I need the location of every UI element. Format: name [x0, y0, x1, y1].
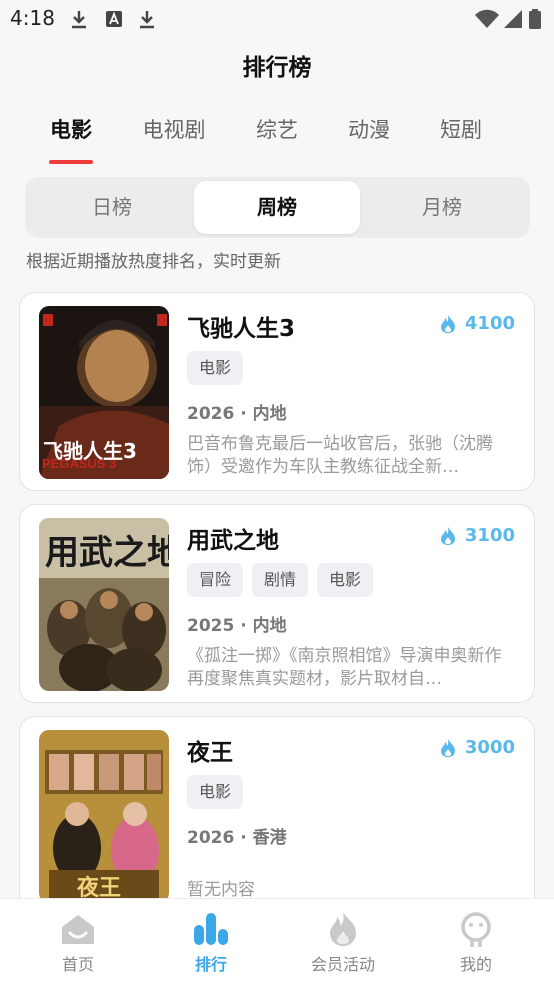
tabbar-ranking[interactable]: 排行 — [161, 911, 261, 975]
signal-icon — [504, 10, 522, 28]
tabbar-label: 首页 — [61, 955, 94, 974]
tabbar-label: 排行 — [194, 955, 227, 974]
flame-icon — [440, 526, 455, 545]
tab-short-drama[interactable]: 短剧 — [421, 114, 501, 144]
tabbar-member-activity[interactable]: 会员活动 — [293, 911, 393, 975]
tab-daily[interactable]: 日榜 — [29, 181, 195, 234]
period-segmented-control: 日榜 周榜 月榜 — [25, 177, 530, 238]
item-title: 用武之地 — [187, 528, 279, 554]
flame-icon — [440, 738, 455, 757]
category-tabs: 电影 电视剧 综艺 动漫 短剧 — [0, 108, 554, 168]
wifi-icon — [475, 9, 499, 28]
list-item[interactable]: 夜王 夜王 3000 电影 2026 · 香港 暂无内容 — [19, 716, 535, 898]
item-meta: 2026 · 内地 — [187, 404, 287, 424]
tabbar-label: 我的 — [459, 955, 492, 974]
bottom-tab-bar: 首页 排行 会员活动 我的 — [0, 898, 554, 984]
tab-tv-series[interactable]: 电视剧 — [134, 114, 214, 144]
item-description: 巴音布鲁克最后一站收官后，张驰（沈腾 饰）受邀作为车队主教练征战全新… — [187, 434, 493, 477]
tab-monthly[interactable]: 月榜 — [359, 181, 525, 234]
page-title: 排行榜 — [242, 55, 312, 81]
profile-icon — [461, 912, 491, 947]
tabbar-label: 会员活动 — [310, 955, 375, 974]
tabbar-profile[interactable]: 我的 — [426, 911, 526, 975]
heat-value: 3000 — [464, 737, 515, 758]
heat-score: 3000 — [439, 737, 515, 758]
battery-icon — [529, 9, 541, 29]
tag: 电影 — [187, 351, 244, 385]
ranking-list: PEGASUS 3 飞驰人生3 飞驰人生3 4100 电影 2026 · 内地 … — [18, 292, 536, 898]
tag-list: 电影 — [187, 775, 244, 809]
poster: 夜王 — [39, 730, 169, 898]
home-icon — [62, 915, 94, 944]
poster: PEGASUS 3 飞驰人生3 — [39, 306, 169, 479]
tag-list: 冒险 剧情 电影 — [187, 563, 374, 597]
download-icon — [72, 11, 86, 29]
tab-weekly[interactable]: 周榜 — [194, 181, 360, 234]
active-tab-indicator — [49, 160, 93, 164]
tag: 电影 — [317, 563, 374, 597]
poster-text: 夜王 — [76, 875, 121, 898]
poster: 用武之地 — [39, 518, 169, 691]
heat-value: 3100 — [464, 525, 515, 546]
status-bar: 4:18 — [0, 0, 554, 38]
tag: 剧情 — [252, 563, 309, 597]
ranking-hint: 根据近期播放热度排名，实时更新 — [26, 252, 281, 272]
font-icon — [106, 11, 122, 27]
heat-value: 4100 — [464, 313, 515, 334]
status-time: 4:18 — [10, 6, 55, 30]
item-title: 飞驰人生3 — [187, 316, 296, 342]
list-item[interactable]: PEGASUS 3 飞驰人生3 飞驰人生3 4100 电影 2026 · 内地 … — [19, 292, 535, 491]
flame-icon — [330, 912, 356, 946]
tab-anime[interactable]: 动漫 — [329, 114, 409, 144]
heat-score: 3100 — [439, 525, 515, 546]
item-title: 夜王 — [187, 740, 233, 766]
tab-variety[interactable]: 综艺 — [237, 114, 317, 144]
item-meta: 2026 · 香港 — [187, 828, 287, 848]
heat-score: 4100 — [439, 313, 515, 334]
ranking-icon — [194, 913, 228, 945]
poster-text: 飞驰人生3 — [43, 439, 137, 463]
tag-list: 电影 — [187, 351, 244, 385]
tabbar-home[interactable]: 首页 — [28, 911, 128, 975]
tag: 冒险 — [187, 563, 244, 597]
flame-icon — [440, 314, 455, 333]
item-description: 暂无内容 — [187, 880, 255, 898]
poster-text: 用武之地 — [45, 533, 169, 573]
item-description: 《孤注一掷》《南京照相馆》导演申奥新作再度聚焦真实题材，影片取材自… — [187, 646, 502, 689]
tab-movie[interactable]: 电影 — [31, 114, 111, 144]
item-meta: 2025 · 内地 — [187, 616, 287, 636]
tag: 电影 — [187, 775, 244, 809]
list-item[interactable]: 用武之地 用武之地 3100 冒险 剧情 电影 2025 · 内地 《孤注一掷》… — [19, 504, 535, 703]
download-icon-2 — [140, 11, 154, 29]
